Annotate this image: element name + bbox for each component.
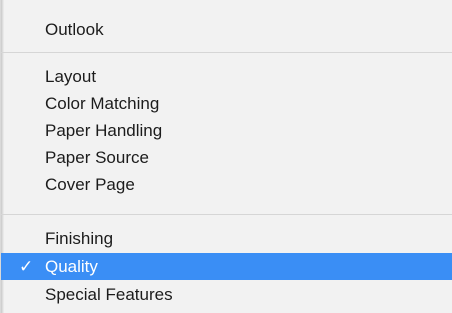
menu-separator — [1, 214, 452, 215]
menu-item-cover-page[interactable]: Cover Page — [1, 171, 452, 198]
menu-item-finishing[interactable]: Finishing — [1, 225, 452, 252]
print-options-dropdown-menu: Outlook Layout Color Matching Paper Hand… — [0, 0, 452, 313]
menu-item-color-matching[interactable]: Color Matching — [1, 90, 452, 117]
menu-item-label: Paper Handling — [45, 121, 163, 140]
menu-item-paper-handling[interactable]: Paper Handling — [1, 117, 452, 144]
menu-item-label: Paper Source — [45, 148, 149, 167]
menu-item-label: Layout — [45, 67, 97, 86]
menu-item-quality[interactable]: ✓ Quality — [1, 253, 452, 280]
menu-item-label: Color Matching — [45, 94, 160, 113]
menu-item-label: Finishing — [45, 229, 114, 248]
menu-item-paper-source[interactable]: Paper Source — [1, 144, 452, 171]
menu-item-label: Quality — [45, 257, 98, 276]
menu-item-layout[interactable]: Layout — [1, 63, 452, 90]
menu-item-label: Cover Page — [45, 175, 135, 194]
menu-item-label: Special Features — [45, 285, 173, 304]
checkmark-icon: ✓ — [19, 257, 34, 276]
menu-item-special-features[interactable]: Special Features — [1, 281, 452, 308]
menu-separator — [1, 52, 452, 53]
menu-item-outlook[interactable]: Outlook — [1, 16, 452, 43]
menu-item-label: Outlook — [45, 20, 104, 39]
